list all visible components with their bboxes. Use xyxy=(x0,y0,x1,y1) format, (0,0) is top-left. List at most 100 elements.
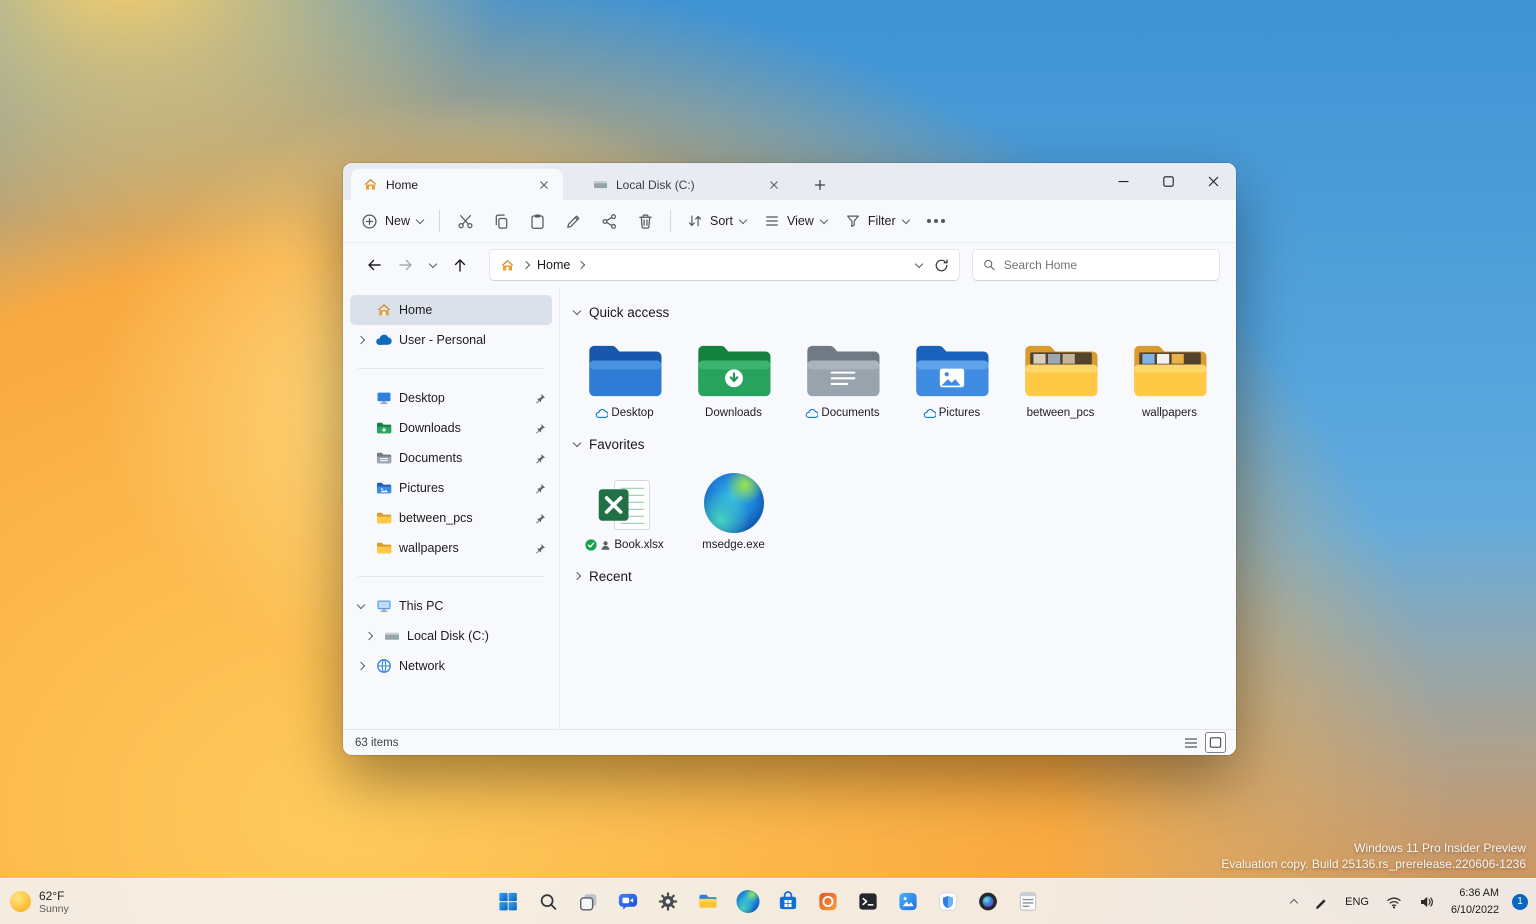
file-tile-documents[interactable]: Documents xyxy=(788,331,897,419)
synced-check-icon xyxy=(585,539,597,551)
file-explorer-button[interactable] xyxy=(690,882,727,922)
ellipsis-icon xyxy=(934,219,938,223)
search-box[interactable] xyxy=(972,249,1220,281)
camera-lens-icon xyxy=(977,890,1000,913)
file-tile-msedge[interactable]: msedge.exe xyxy=(679,463,788,551)
tab-close-icon[interactable] xyxy=(533,174,555,196)
sidebar-item-onedrive-personal[interactable]: User - Personal xyxy=(350,325,552,355)
expand-chevron-icon[interactable] xyxy=(357,336,365,344)
section-quick-access[interactable]: Quick access xyxy=(570,301,1236,323)
delete-button[interactable] xyxy=(628,204,662,238)
forward-button[interactable] xyxy=(391,250,421,280)
copy-button[interactable] xyxy=(484,204,518,238)
rename-button[interactable] xyxy=(556,204,590,238)
sidebar-item-desktop[interactable]: Desktop xyxy=(350,383,552,413)
chevron-down-icon xyxy=(429,260,437,268)
paste-button[interactable] xyxy=(520,204,554,238)
sidebar-item-wallpapers[interactable]: wallpapers xyxy=(350,533,552,563)
filter-button[interactable]: Filter xyxy=(837,204,917,238)
new-plus-icon xyxy=(361,213,378,230)
volume-tray-button[interactable] xyxy=(1412,884,1442,920)
start-button[interactable] xyxy=(490,882,527,922)
breadcrumb-chevron-icon[interactable] xyxy=(577,261,585,269)
section-recent[interactable]: Recent xyxy=(570,565,1236,587)
pen-tray-button[interactable] xyxy=(1307,884,1335,920)
expand-chevron-icon[interactable] xyxy=(357,662,365,670)
plus-icon xyxy=(814,179,826,191)
documents-folder-icon xyxy=(376,450,392,466)
chat-icon xyxy=(617,890,640,913)
expand-chevron-icon[interactable] xyxy=(365,632,373,640)
tab-local-disk[interactable]: Local Disk (C:) xyxy=(581,169,793,200)
language-indicator[interactable]: ENG xyxy=(1338,884,1376,920)
weather-widget[interactable]: 62°F Sunny xyxy=(10,889,69,915)
section-favorites[interactable]: Favorites xyxy=(570,433,1236,455)
notification-badge[interactable]: 1 xyxy=(1512,894,1528,910)
recent-locations-button[interactable] xyxy=(423,250,443,280)
items-view: Quick access Desktop Downloads Documents xyxy=(560,287,1236,729)
home-icon xyxy=(363,177,378,192)
tab-home[interactable]: Home xyxy=(351,169,563,200)
media-app-button[interactable] xyxy=(970,882,1007,922)
sidebar-item-local-disk[interactable]: Local Disk (C:) xyxy=(358,621,552,651)
sidebar-item-downloads[interactable]: Downloads xyxy=(350,413,552,443)
maximize-button[interactable] xyxy=(1146,163,1191,200)
clock[interactable]: 6:36 AM 6/10/2022 xyxy=(1445,884,1505,920)
collapse-chevron-icon[interactable] xyxy=(357,601,365,609)
pinned-app-orange-button[interactable] xyxy=(810,882,847,922)
tray-overflow-button[interactable] xyxy=(1284,884,1304,920)
back-button[interactable] xyxy=(359,250,389,280)
chat-button[interactable] xyxy=(610,882,647,922)
more-options-button[interactable] xyxy=(919,204,953,238)
folder-icon xyxy=(376,510,392,526)
minimize-button[interactable] xyxy=(1101,163,1146,200)
sidebar-item-home[interactable]: Home xyxy=(350,295,552,325)
notepad-button[interactable] xyxy=(1010,882,1047,922)
search-input[interactable] xyxy=(1004,258,1209,272)
file-name: Downloads xyxy=(705,407,762,419)
network-icon xyxy=(376,658,392,674)
sidebar-item-documents[interactable]: Documents xyxy=(350,443,552,473)
orange-app-icon xyxy=(817,890,840,913)
view-button[interactable]: View xyxy=(756,204,835,238)
share-button[interactable] xyxy=(592,204,626,238)
large-icons-view-toggle[interactable] xyxy=(1205,732,1226,753)
breadcrumb-item[interactable]: Home xyxy=(537,258,570,272)
file-tile-pictures[interactable]: Pictures xyxy=(897,331,1006,419)
up-button[interactable] xyxy=(445,250,475,280)
file-tile-between-pcs[interactable]: between_pcs xyxy=(1006,331,1115,419)
task-view-button[interactable] xyxy=(570,882,607,922)
file-tile-downloads[interactable]: Downloads xyxy=(679,331,788,419)
sidebar-item-network[interactable]: Network xyxy=(350,651,552,681)
close-button[interactable] xyxy=(1191,163,1236,200)
file-tile-book-xlsx[interactable]: Book.xlsx xyxy=(570,463,679,551)
collapse-chevron-icon[interactable] xyxy=(573,439,581,447)
sidebar-item-label: Downloads xyxy=(399,421,461,435)
file-tile-wallpapers[interactable]: wallpapers xyxy=(1115,331,1224,419)
new-button[interactable]: New xyxy=(353,204,431,238)
sidebar-item-between-pcs[interactable]: between_pcs xyxy=(350,503,552,533)
cut-button[interactable] xyxy=(448,204,482,238)
sidebar-item-pictures[interactable]: Pictures xyxy=(350,473,552,503)
collapse-chevron-icon[interactable] xyxy=(573,307,581,315)
chevron-up-icon xyxy=(1290,899,1298,907)
address-dropdown-icon[interactable] xyxy=(915,260,923,268)
pinned-app-blue-button[interactable] xyxy=(890,882,927,922)
copy-icon xyxy=(493,213,510,230)
file-tile-desktop[interactable]: Desktop xyxy=(570,331,679,419)
network-tray-button[interactable] xyxy=(1379,884,1409,920)
tab-close-icon[interactable] xyxy=(763,174,785,196)
store-button[interactable] xyxy=(770,882,807,922)
edge-button[interactable] xyxy=(730,882,767,922)
refresh-icon[interactable] xyxy=(934,258,949,273)
new-tab-button[interactable] xyxy=(809,174,831,196)
sidebar-item-this-pc[interactable]: This PC xyxy=(350,591,552,621)
terminal-button[interactable] xyxy=(850,882,887,922)
sort-button[interactable]: Sort xyxy=(679,204,754,238)
details-view-icon[interactable] xyxy=(1183,735,1199,751)
expand-chevron-icon[interactable] xyxy=(573,572,581,580)
address-bar[interactable]: Home xyxy=(489,249,960,281)
taskbar-search-button[interactable] xyxy=(530,882,567,922)
settings-button[interactable] xyxy=(650,882,687,922)
windows-security-button[interactable] xyxy=(930,882,967,922)
